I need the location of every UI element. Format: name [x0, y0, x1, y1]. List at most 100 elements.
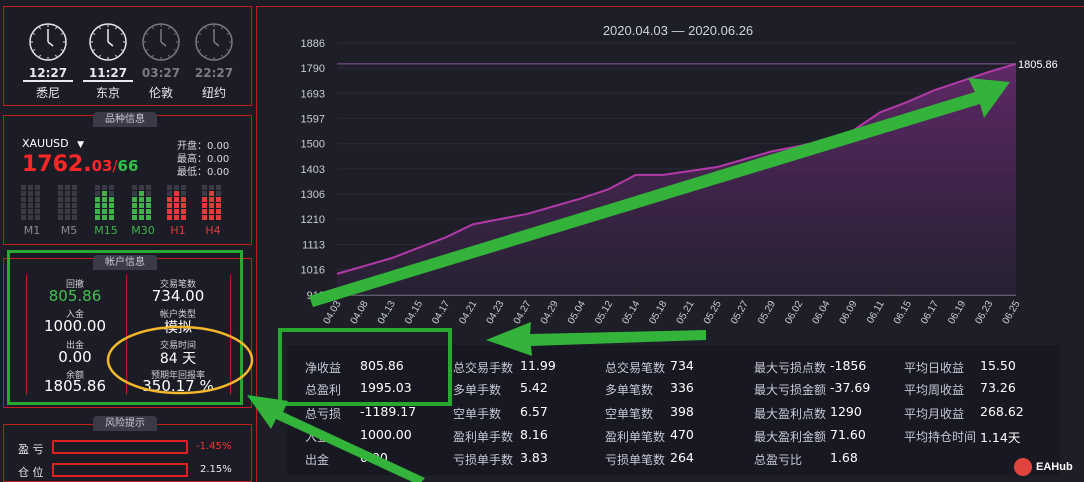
symbol-selector[interactable]: XAUUSD ▼: [22, 137, 84, 150]
timeframe-h1[interactable]: H1: [166, 224, 190, 237]
price-frac: 03: [91, 157, 113, 175]
stat-label: 出金: [305, 453, 330, 467]
x-tick-label: 04.21: [457, 299, 479, 327]
x-tick-label: 04.23: [485, 299, 507, 327]
x-tick-label: 06.17: [919, 299, 941, 327]
drawdown-value: 805.86: [48, 287, 102, 305]
clock-time: 11:27: [83, 66, 133, 82]
stat-label: 最大亏损点数: [754, 361, 827, 375]
y-tick-label: 1790: [301, 63, 325, 75]
y-tick-label: 1500: [301, 139, 325, 151]
balance-value: 1805.86: [43, 377, 107, 395]
x-tick-label: 05.12: [593, 299, 615, 327]
stat-value: 1.14天: [980, 430, 1021, 445]
x-tick-label: 06.02: [783, 299, 805, 327]
stat-value: 398: [670, 404, 694, 419]
stat-label: 最大盈利点数: [754, 407, 827, 421]
stat-label: 总交易笔数: [605, 361, 666, 375]
x-tick-label: 04.15: [403, 299, 425, 327]
risk-tab: 风险提示: [93, 416, 157, 431]
watermark-text: EAHub: [1036, 461, 1073, 473]
stat-value: 470: [670, 427, 694, 442]
chart-title: 2020.04.03 — 2020.06.26: [603, 23, 753, 38]
clock-city: 悉尼: [35, 86, 60, 100]
clock-icon: [141, 22, 181, 62]
stat-label: 最大亏损金额: [754, 383, 827, 397]
x-tick-label: 05.25: [702, 299, 724, 327]
y-tick-label: 919: [307, 290, 325, 302]
logo-icon: [1014, 458, 1032, 476]
timeframe-h4[interactable]: H4: [201, 224, 225, 237]
x-tick-label: 06.04: [810, 299, 832, 327]
account-type-value: 模拟: [164, 320, 192, 336]
stats-highlight-frame: [278, 328, 452, 406]
y-tick-label: 1886: [301, 38, 325, 50]
price-display: 1762.03/66: [22, 152, 138, 177]
symbol-info-tab: 品种信息: [93, 112, 157, 127]
clock-time: 22:27: [194, 66, 234, 80]
timeframe-m1[interactable]: M1: [20, 224, 44, 237]
y-tick-label: 1306: [301, 189, 325, 201]
x-tick-label: 04.08: [349, 299, 371, 327]
clock-city: 纽约: [201, 86, 226, 100]
deposit-value: 1000.00: [43, 317, 107, 335]
clock-icon: [28, 22, 68, 62]
stat-value: 8.16: [520, 427, 548, 442]
position-bar: [52, 463, 188, 477]
stat-label: 入金: [305, 430, 330, 444]
strength-bars: [202, 185, 224, 221]
stat-label: 多单手数: [453, 383, 502, 397]
strength-bars: [132, 185, 154, 221]
stat-value: 73.26: [980, 380, 1016, 395]
stat-label: 亏损单笔数: [605, 453, 666, 467]
strength-bars: [58, 185, 80, 221]
stat-value: 3.83: [520, 450, 548, 465]
stat-label: 平均日收益: [904, 361, 965, 375]
left-panel: 12:27 悉尼 11:27 东京 03:27 伦敦 22:27 纽约 品种信息 XAUUSD…: [0, 0, 253, 482]
stat-value: 6.57: [520, 404, 548, 419]
watermark: EAHub: [1014, 458, 1073, 476]
stat-label: 总交易手数: [453, 361, 514, 375]
price-main: 1762.: [22, 152, 92, 177]
y-tick-label: 1693: [301, 88, 325, 100]
x-tick-label: 04.03: [322, 299, 344, 327]
clock-city: 伦敦: [148, 86, 173, 100]
withdraw-value: 0.00: [58, 348, 92, 366]
stat-value: 11.99: [520, 358, 556, 373]
profit-bar: [52, 440, 188, 454]
stat-value: 1290: [830, 404, 862, 419]
timeframe-m15[interactable]: M15: [94, 224, 118, 237]
position-value: 2.15%: [200, 464, 232, 475]
stat-value: 1.68: [830, 450, 858, 465]
timeframe-m5[interactable]: M5: [57, 224, 81, 237]
x-tick-label: 06.25: [1001, 299, 1023, 327]
account-info-tab: 帐户信息: [93, 255, 157, 270]
x-tick-label: 06.09: [838, 299, 860, 327]
x-tick-label: 04.13: [376, 299, 398, 327]
y-tick-label: 1597: [301, 113, 325, 125]
x-tick-label: 06.23: [973, 299, 995, 327]
stat-label: 空单手数: [453, 407, 502, 421]
x-tick-label: 05.14: [620, 299, 642, 327]
stat-value: 5.42: [520, 380, 548, 395]
x-tick-label: 06.11: [865, 299, 887, 326]
y-tick-label: 1210: [301, 214, 325, 226]
low-price: 最低：0.00: [177, 167, 230, 178]
stat-label: 盈利单手数: [453, 430, 514, 444]
chevron-down-icon: ▼: [77, 140, 85, 150]
stat-value: 264: [670, 450, 694, 465]
stat-value: -37.69: [830, 380, 871, 395]
stat-label: 总亏损: [305, 407, 342, 421]
symbol-name: XAUUSD: [22, 137, 69, 150]
stat-label: 平均周收益: [904, 383, 965, 397]
timeframe-m30[interactable]: M30: [131, 224, 155, 237]
x-tick-label: 06.15: [892, 299, 914, 327]
trade-time-value: 84 天: [159, 351, 197, 367]
stat-value: 336: [670, 380, 694, 395]
stat-label: 平均持仓时间: [904, 430, 977, 444]
x-tick-label: 05.04: [566, 299, 588, 327]
x-tick-label: 05.27: [729, 299, 751, 327]
stat-value: 15.50: [980, 358, 1016, 373]
position-label: 仓 位: [18, 466, 44, 479]
x-tick-label: 04.29: [539, 299, 561, 327]
